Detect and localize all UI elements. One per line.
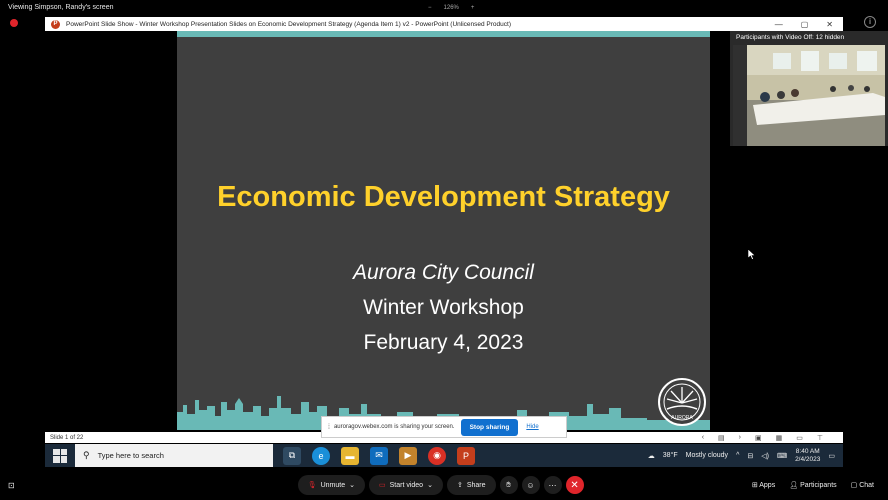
weather-desc: Mostly cloudy xyxy=(685,452,729,459)
show-hidden-icons[interactable]: ^ xyxy=(736,452,739,459)
share-button[interactable]: ⇪ Share xyxy=(446,475,496,495)
taskbar-search-placeholder: Type here to search xyxy=(97,451,164,460)
zoom-control: − 126% + xyxy=(428,5,474,11)
drag-handle-icon[interactable]: ⁞ xyxy=(328,424,330,431)
window-title: PowerPoint Slide Show - Winter Workshop … xyxy=(66,20,511,28)
taskbar-clock[interactable]: 8:40 AM 2/4/2023 xyxy=(795,448,820,464)
unmute-button[interactable]: 🎙︎ Unmute ⌄ xyxy=(297,475,365,495)
slide-sorter-icon[interactable]: ▦ xyxy=(776,434,783,442)
windows-taskbar: ⚲ Type here to search ⧉ e ▬ ✉ ▶ ◉ P ☁ 38… xyxy=(45,444,843,467)
participants-button[interactable]: 👤︎ Participants xyxy=(789,481,836,489)
slide-subtitle-council: Aurora City Council xyxy=(353,261,534,284)
participant-video-panel: Participants with Video Off: 12 hidden xyxy=(730,31,888,146)
powerpoint-icon: P xyxy=(51,19,60,29)
keyboard-icon[interactable]: ⌨ xyxy=(777,452,787,460)
notes-icon[interactable]: ▤ xyxy=(718,434,725,442)
recording-icon[interactable] xyxy=(10,19,18,27)
weather-icon[interactable]: ☁ xyxy=(648,452,655,460)
presentation-slide: Economic Development Strategy Aurora Cit… xyxy=(177,31,710,430)
slide-title: Economic Development Strategy xyxy=(217,181,670,213)
share-label: Share xyxy=(466,481,486,489)
apps-label: Apps xyxy=(759,482,776,489)
zoom-level: 126% xyxy=(443,5,459,11)
chat-icon: ▢ xyxy=(850,482,860,489)
participant-video-feed[interactable] xyxy=(733,45,885,146)
slide-subtitle-workshop: Winter Workshop xyxy=(363,296,524,319)
leave-meeting-button[interactable]: ✕ xyxy=(565,476,584,494)
reactions-icon[interactable]: ☺ xyxy=(521,476,540,494)
powerpoint-taskbar-icon[interactable]: P xyxy=(457,446,475,465)
task-view-icon[interactable]: ⧉ xyxy=(283,446,301,465)
aurora-seal-logo: AURORA xyxy=(658,378,706,426)
media-player-icon[interactable]: ▶ xyxy=(399,446,417,465)
clock-date: 2/4/2023 xyxy=(795,455,821,463)
clock-time: 8:40 AM xyxy=(795,447,820,455)
raise-hand-icon[interactable]: ✋︎ xyxy=(499,476,518,494)
weather-temp: 38°F xyxy=(662,452,678,459)
info-icon[interactable]: i xyxy=(864,16,876,28)
video-off-icon: ▭ xyxy=(378,482,386,489)
chevron-down-icon[interactable]: ⌄ xyxy=(349,481,355,489)
sharing-notice-text: auroragov.webex.com is sharing your scre… xyxy=(333,424,455,430)
edge-icon[interactable]: e xyxy=(312,446,330,465)
stop-sharing-button[interactable]: Stop sharing xyxy=(460,418,519,436)
maximize-icon[interactable]: ▢ xyxy=(801,20,809,29)
taskbar-search-box[interactable]: ⚲ Type here to search xyxy=(75,444,273,467)
captions-icon[interactable]: ⊡ xyxy=(8,481,15,490)
screen-sharing-notice: ⁞ auroragov.webex.com is sharing your sc… xyxy=(321,416,567,438)
chat-button[interactable]: ▢ Chat xyxy=(851,481,874,489)
meeting-control-bar: ⊡ 🎙︎ Unmute ⌄ ▭ Start video ⌄ ⇪ Share ✋︎… xyxy=(0,470,888,500)
more-options-icon[interactable]: ⋯ xyxy=(543,476,562,494)
next-slide-icon[interactable]: › xyxy=(739,434,741,442)
mouse-cursor-icon xyxy=(748,249,756,260)
search-icon: ⚲ xyxy=(83,450,90,460)
reading-view-icon[interactable]: ▭ xyxy=(796,434,803,442)
chrome-icon[interactable]: ◉ xyxy=(428,446,446,465)
mail-icon[interactable]: ✉ xyxy=(370,446,388,465)
slide-subtitle-date: February 4, 2023 xyxy=(363,331,524,354)
participants-video-off-label: Participants with Video Off: 12 hidden xyxy=(736,34,845,41)
zoom-in-button[interactable]: + xyxy=(471,5,475,11)
powerpoint-title-bar: P PowerPoint Slide Show - Winter Worksho… xyxy=(45,17,843,31)
chevron-down-icon[interactable]: ⌄ xyxy=(427,481,433,489)
participants-label: Participants xyxy=(800,482,837,489)
previous-slide-icon[interactable]: ‹ xyxy=(702,434,704,442)
normal-view-icon[interactable]: ▣ xyxy=(755,434,762,442)
zoom-out-button[interactable]: − xyxy=(428,5,432,11)
slide-counter: Slide 1 of 22 xyxy=(50,434,84,441)
close-icon[interactable]: ✕ xyxy=(826,20,833,29)
chat-label: Chat xyxy=(859,482,874,489)
network-icon[interactable]: ⊟ xyxy=(747,452,753,460)
apps-button[interactable]: ⊞ Apps xyxy=(752,481,775,489)
seal-text: AURORA xyxy=(671,415,693,421)
unmute-label: Unmute xyxy=(320,481,346,489)
start-video-button[interactable]: ▭ Start video ⌄ xyxy=(368,475,443,495)
presenter-view-icon[interactable]: ⊤ xyxy=(817,434,823,442)
hide-link[interactable]: Hide xyxy=(526,424,538,430)
volume-icon[interactable]: ◁) xyxy=(761,452,769,460)
notifications-icon[interactable]: ▭ xyxy=(828,452,835,460)
file-explorer-icon[interactable]: ▬ xyxy=(341,446,359,465)
share-icon: ⇪ xyxy=(456,482,463,489)
viewing-label: Viewing Simpson, Randy's screen xyxy=(8,4,114,11)
start-video-label: Start video xyxy=(389,481,424,489)
minimize-icon[interactable]: — xyxy=(775,20,783,29)
windows-start-icon[interactable] xyxy=(53,448,67,463)
participants-icon: 👤︎ xyxy=(789,482,801,489)
slide-top-band xyxy=(177,31,710,37)
microphone-muted-icon: 🎙︎ xyxy=(307,482,317,489)
